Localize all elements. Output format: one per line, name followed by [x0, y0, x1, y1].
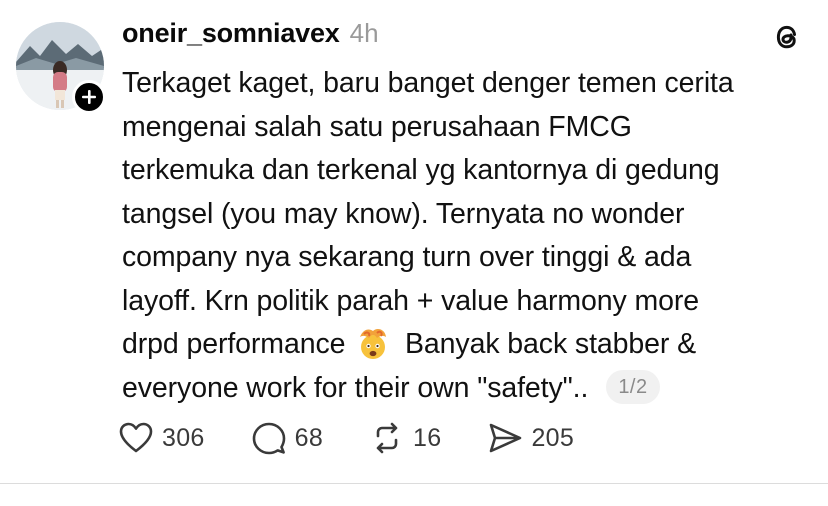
- exploding-head-emoji: [360, 329, 387, 359]
- post-text-part-1: Terkaget kaget, baru banget denger temen…: [122, 67, 734, 360]
- page-indicator: 1/2: [606, 369, 660, 404]
- post-header: oneir_somniavex 4h: [122, 18, 379, 58]
- share-count: 205: [531, 423, 575, 452]
- reply-count: 68: [294, 423, 324, 452]
- post-body: Terkaget kaget, baru banget denger temen…: [122, 62, 812, 410]
- repost-icon: [376, 422, 398, 454]
- like-button[interactable]: 306: [118, 421, 205, 455]
- send-icon: [490, 423, 522, 453]
- post-divider: [0, 483, 828, 484]
- threads-logo-icon[interactable]: [770, 20, 804, 54]
- reply-button[interactable]: 68: [251, 421, 323, 455]
- share-button[interactable]: 205: [487, 421, 574, 455]
- username[interactable]: oneir_somniavex: [122, 18, 340, 49]
- repost-button[interactable]: 16: [369, 421, 441, 455]
- timestamp: 4h: [349, 18, 379, 48]
- comment-icon: [252, 422, 285, 455]
- thread-post: oneir_somniavex 4h Terkaget kaget, baru …: [0, 0, 828, 484]
- plus-icon: [82, 90, 96, 104]
- like-count: 306: [162, 423, 205, 452]
- action-bar: 306 68 16 205: [118, 418, 620, 458]
- follow-button[interactable]: [72, 80, 106, 114]
- heart-icon: [119, 422, 153, 453]
- repost-count: 16: [413, 423, 442, 452]
